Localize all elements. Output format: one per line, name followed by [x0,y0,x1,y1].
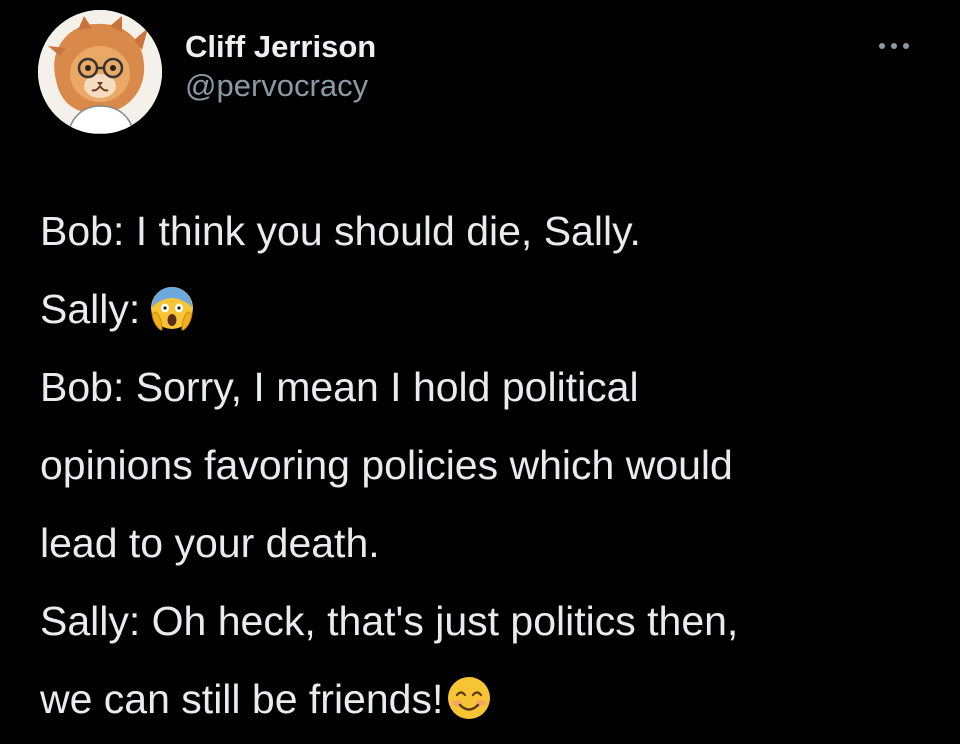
tweet-line-text: Bob: I think you should die, Sally. [40,208,641,254]
tweet-line-text: Sally: [40,286,141,332]
tweet-line: Sally: [40,270,940,348]
tweet-line-text: Bob: Sorry, I mean I hold political [40,364,639,410]
tweet-line: Sally: Oh heck, that's just politics the… [40,582,940,660]
tweet-line-text: Sally: Oh heck, that's just politics the… [40,598,739,644]
avatar[interactable] [38,10,162,134]
tweet-line: Bob: I think you should die, Sally. [40,192,940,270]
author-display-name[interactable]: Cliff Jerrison [185,28,376,66]
more-options-icon [879,43,909,49]
cartoon-cat-with-glasses-icon [38,10,162,134]
tweet-line-text: opinions favoring policies which would [40,442,733,488]
tweet-line: lead to your death. [40,504,940,582]
smiling-face-with-smiling-eyes-emoji-icon [445,674,493,722]
tweet-card: Cliff Jerrison @pervocracy Bob: I think … [0,0,960,744]
more-options-button[interactable] [876,36,912,56]
face-screaming-in-fear-emoji-icon [148,284,196,332]
tweet-line-text: lead to your death. [40,520,380,566]
tweet-line: opinions favoring policies which would [40,426,940,504]
author-block: Cliff Jerrison @pervocracy [185,28,376,106]
tweet-line: Bob: Sorry, I mean I hold political [40,348,940,426]
tweet-line: we can still be friends! [40,660,940,738]
tweet-line-text: we can still be friends! [40,676,444,722]
tweet-text: Bob: I think you should die, Sally. Sall… [40,192,940,738]
author-handle[interactable]: @pervocracy [185,66,376,106]
